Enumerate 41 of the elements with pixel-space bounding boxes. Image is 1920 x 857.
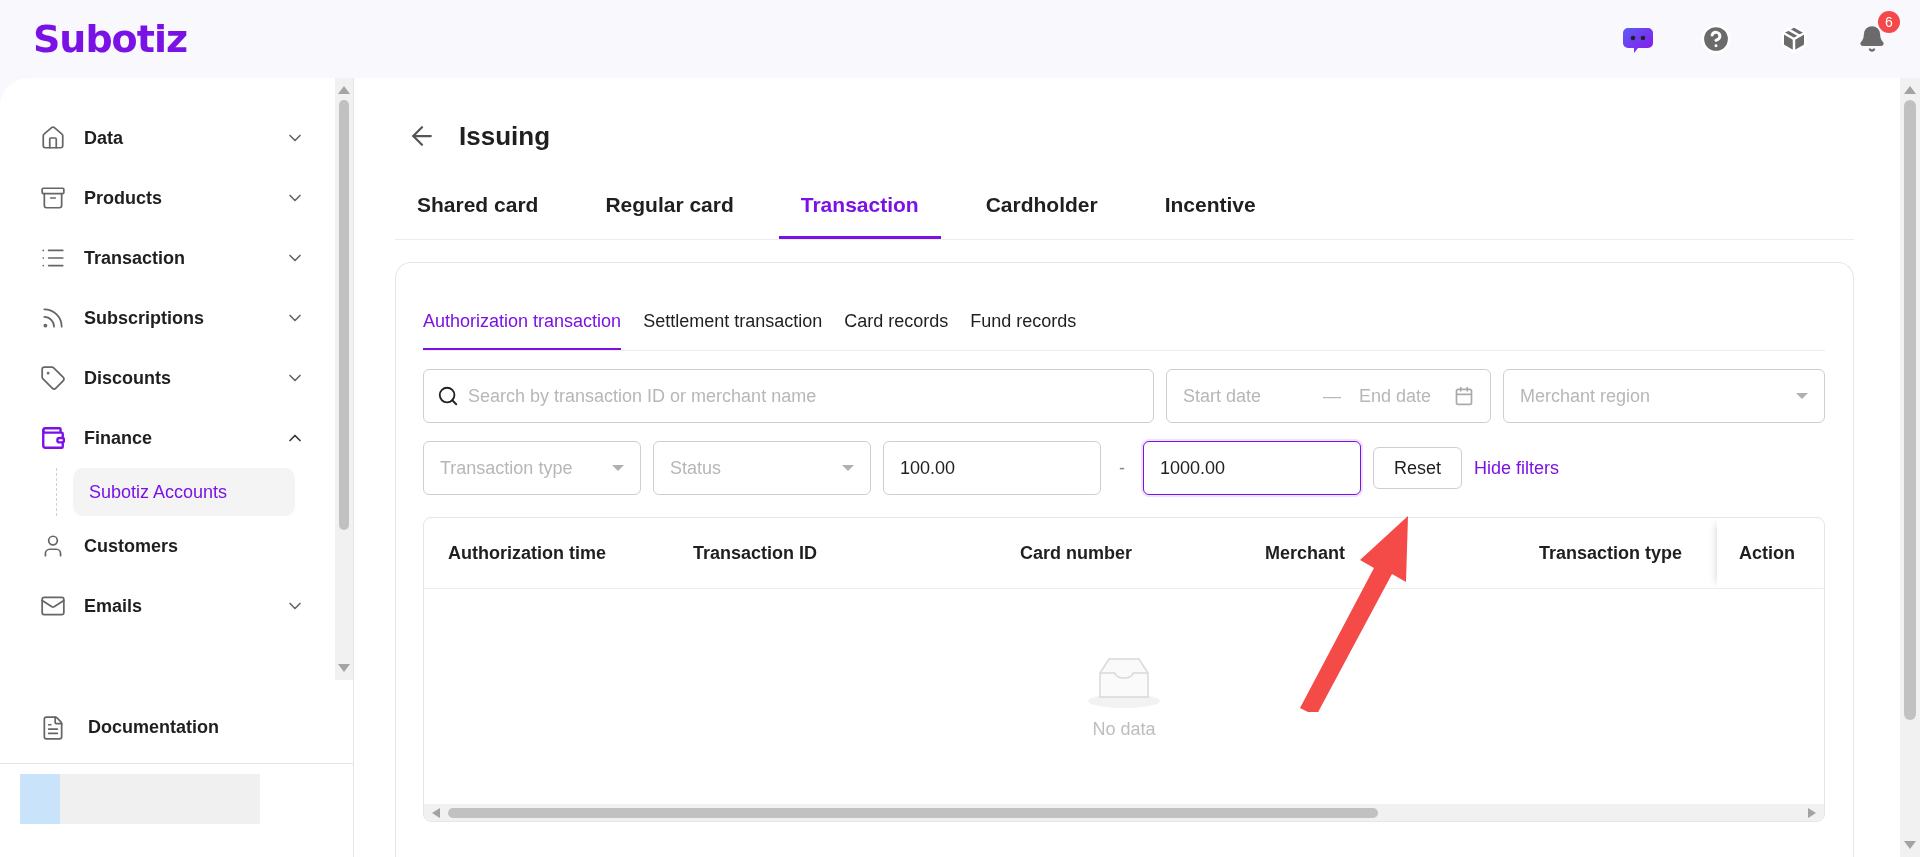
notification-badge: 6 <box>1878 11 1900 33</box>
reset-button[interactable]: Reset <box>1373 447 1463 489</box>
sidebar-item[interactable]: Transaction <box>40 228 335 288</box>
empty-message: No data <box>1092 719 1156 740</box>
search-icon <box>437 385 459 407</box>
subtab[interactable]: Settlement transaction <box>643 295 823 350</box>
sidebar-item[interactable]: Emails <box>40 576 335 636</box>
document-icon <box>40 714 66 741</box>
range-separator: - <box>1118 457 1126 479</box>
sidebar-item[interactable]: Customers <box>40 516 335 576</box>
start-date-input[interactable]: Start date <box>1183 385 1293 407</box>
subtab[interactable]: Authorization transaction <box>423 295 622 350</box>
column-header: Authorization time <box>447 541 607 565</box>
max-amount-input[interactable]: 1000.00 <box>1143 441 1361 495</box>
documentation-link[interactable]: Documentation <box>0 692 353 764</box>
column-header: Transaction type <box>1538 541 1684 565</box>
sidebar-item[interactable]: Discounts <box>40 348 335 408</box>
tab[interactable]: Cardholder <box>963 174 1120 239</box>
sidebar-item[interactable]: Products <box>40 168 335 228</box>
column-header: Merchant <box>1264 541 1346 565</box>
calendar-icon <box>1454 386 1474 406</box>
logo[interactable]: Subotiz <box>33 17 188 61</box>
min-amount-input[interactable]: 100.00 <box>883 441 1101 495</box>
sidebar-item[interactable]: Finance <box>40 408 335 468</box>
sidebar-item[interactable]: Data <box>40 108 335 168</box>
tab[interactable]: Regular card <box>583 174 756 239</box>
column-header: Card number <box>1019 541 1134 565</box>
subtab[interactable]: Fund records <box>970 295 1077 350</box>
hide-filters-link[interactable]: Hide filters <box>1474 457 1560 479</box>
tab[interactable]: Transaction <box>778 174 941 239</box>
column-header: Transaction ID <box>692 541 819 565</box>
sidebar-subitem[interactable]: Subotiz Accounts <box>73 468 295 516</box>
column-header: Action <box>1717 518 1824 588</box>
search-field[interactable]: Search by transaction ID or merchant name <box>423 369 1154 423</box>
page-title: Issuing <box>459 120 550 152</box>
tab[interactable]: Shared card <box>395 174 561 239</box>
sidebar-item[interactable]: Subscriptions <box>40 288 335 348</box>
end-date-input[interactable]: End date <box>1359 385 1444 407</box>
subtab[interactable]: Card records <box>844 295 949 350</box>
tab[interactable]: Incentive <box>1142 174 1278 239</box>
help-button[interactable] <box>1700 23 1732 55</box>
